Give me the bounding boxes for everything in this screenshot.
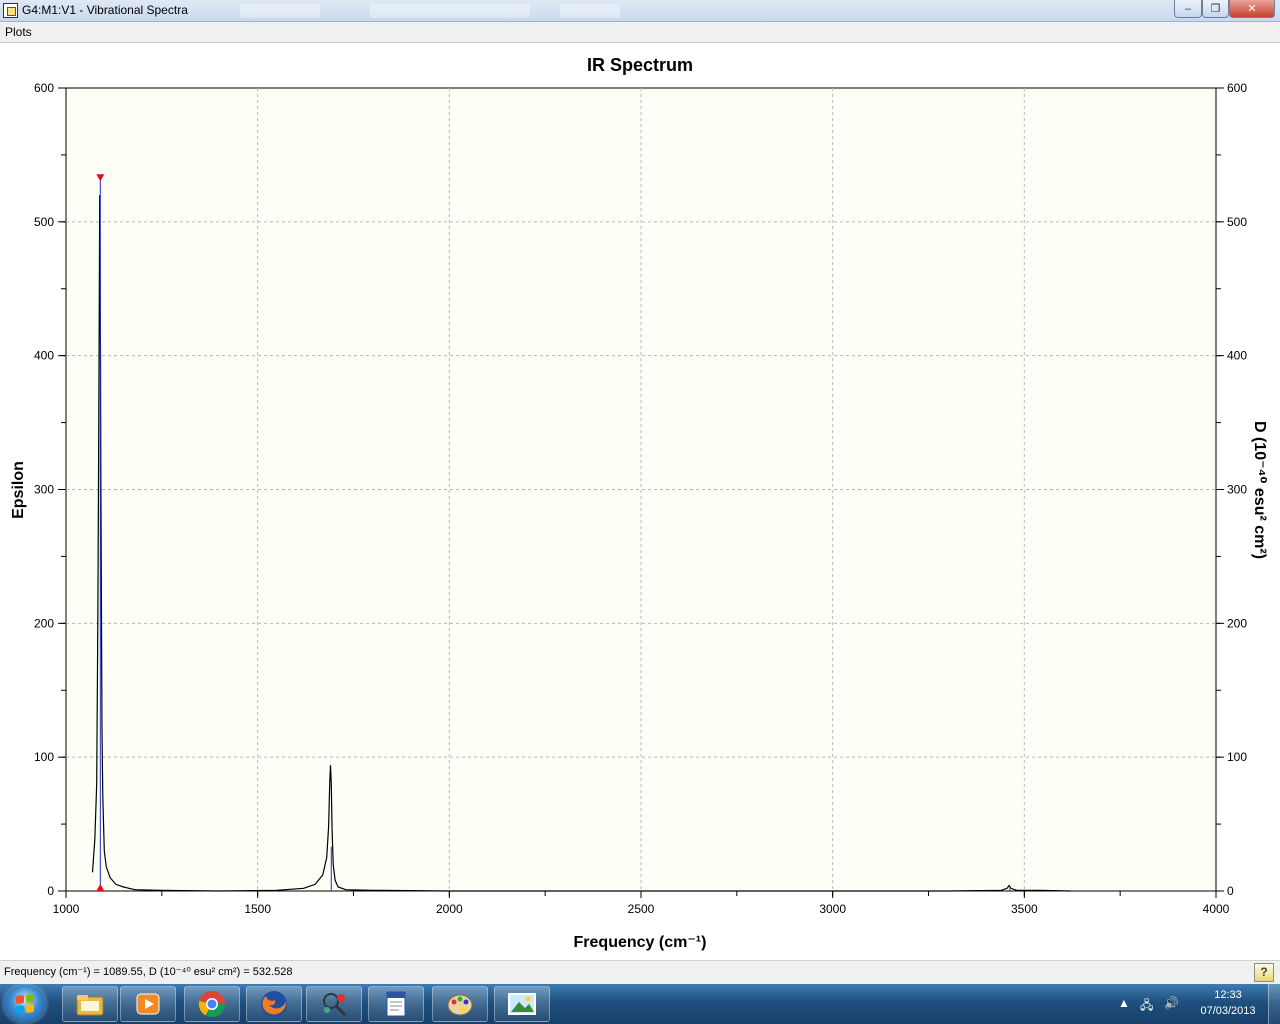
y-tick-label: 400: [34, 349, 54, 363]
photo-icon: [508, 993, 536, 1015]
y-tick-label: 100: [34, 750, 54, 764]
taskbar: ▲ 🖧 🔊 12:33 07/03/2013: [0, 984, 1280, 1024]
x-tick-label: 4000: [1203, 902, 1230, 916]
x-tick-label: 1500: [244, 902, 271, 916]
x-tick-label: 2000: [436, 902, 463, 916]
molecule-viewer-icon: [323, 993, 347, 1017]
help-button[interactable]: ?: [1254, 963, 1274, 982]
y2-tick-label: 500: [1227, 215, 1247, 229]
taskbar-app-word-processor[interactable]: [368, 986, 424, 1022]
status-readout: Frequency (cm⁻¹) = 1089.55, D (10⁻⁴⁰ esu…: [4, 966, 293, 978]
minimize-icon: –: [1184, 2, 1192, 15]
clock-date: 07/03/2013: [1200, 1005, 1256, 1017]
y-tick-label: 0: [47, 884, 54, 898]
menu-bar: Plots: [0, 22, 1280, 42]
taskbar-clock[interactable]: 12:33 07/03/2013: [1190, 987, 1266, 1019]
y2-tick-label: 400: [1227, 349, 1247, 363]
show-desktop-button[interactable]: [1268, 984, 1280, 1024]
close-icon: ✕: [1247, 3, 1257, 15]
y2-tick-label: 200: [1227, 616, 1247, 630]
media-player-icon: [136, 993, 160, 1015]
windows-logo-icon: [16, 994, 34, 1014]
y2-tick-label: 0: [1227, 884, 1234, 898]
taskbar-app-chrome[interactable]: [184, 986, 240, 1022]
x-axis-label: Frequency (cm⁻¹): [574, 934, 707, 951]
volume-icon[interactable]: 🔊: [1164, 996, 1179, 1010]
minimize-button[interactable]: –: [1174, 0, 1202, 18]
y2-axis-label: D (10⁻⁴⁰ esu² cm²): [1251, 421, 1268, 559]
start-button[interactable]: [4, 985, 46, 1023]
y-tick-label: 200: [34, 616, 54, 630]
background-window-blur: [370, 4, 530, 18]
y-tick-label: 500: [34, 215, 54, 229]
close-button[interactable]: ✕: [1229, 0, 1275, 18]
x-tick-label: 2500: [628, 902, 655, 916]
y-axis-label: Epsilon: [10, 461, 27, 519]
menu-plots[interactable]: Plots: [5, 25, 32, 39]
y2-tick-label: 600: [1227, 81, 1247, 95]
help-icon: ?: [1260, 965, 1268, 979]
taskbar-app-paint[interactable]: [432, 986, 488, 1022]
chart-title: IR Spectrum: [587, 55, 693, 75]
x-tick-label: 1000: [53, 902, 80, 916]
taskbar-app-windows-explorer[interactable]: [62, 986, 118, 1022]
y-tick-label: 300: [34, 483, 54, 497]
network-icon[interactable]: 🖧: [1140, 996, 1153, 1017]
y2-tick-label: 100: [1227, 750, 1247, 764]
taskbar-app-media-player[interactable]: [120, 986, 176, 1022]
firefox-icon: [261, 991, 287, 1017]
x-tick-label: 3500: [1011, 902, 1038, 916]
clock-time: 12:33: [1214, 989, 1242, 1001]
taskbar-app-gaussview[interactable]: [306, 986, 362, 1022]
plot-panel: 1000 1500 2000 2500 3000 3500 4000 0 100 200 300 40…: [0, 42, 1280, 960]
maximize-button[interactable]: ❐: [1202, 0, 1229, 18]
chrome-icon: [198, 991, 226, 1018]
background-window-blur: [240, 4, 320, 18]
folder-icon: [76, 995, 104, 1016]
paint-palette-icon: [447, 994, 473, 1016]
window-title: G4:M1:V1 - Vibrational Spectra: [22, 3, 188, 17]
app-icon[interactable]: [3, 3, 18, 18]
ir-spectrum-chart[interactable]: 1000 1500 2000 2500 3000 3500 4000010020030040…: [0, 43, 1280, 961]
restore-icon: ❐: [1210, 3, 1221, 15]
x-tick-label: 3000: [819, 902, 846, 916]
window-titlebar: G4:M1:V1 - Vibrational Spectra – ❐ ✕: [0, 0, 1280, 22]
status-bar: Frequency (cm⁻¹) = 1089.55, D (10⁻⁴⁰ esu…: [0, 960, 1280, 984]
document-icon: [386, 991, 406, 1017]
taskbar-app-photo-viewer[interactable]: [494, 986, 550, 1022]
taskbar-app-firefox[interactable]: [246, 986, 302, 1022]
y-tick-label: 600: [34, 81, 54, 95]
background-window-blur: [560, 4, 620, 18]
show-hidden-icons-icon[interactable]: ▲: [1118, 996, 1130, 1010]
y2-tick-label: 300: [1227, 483, 1247, 497]
